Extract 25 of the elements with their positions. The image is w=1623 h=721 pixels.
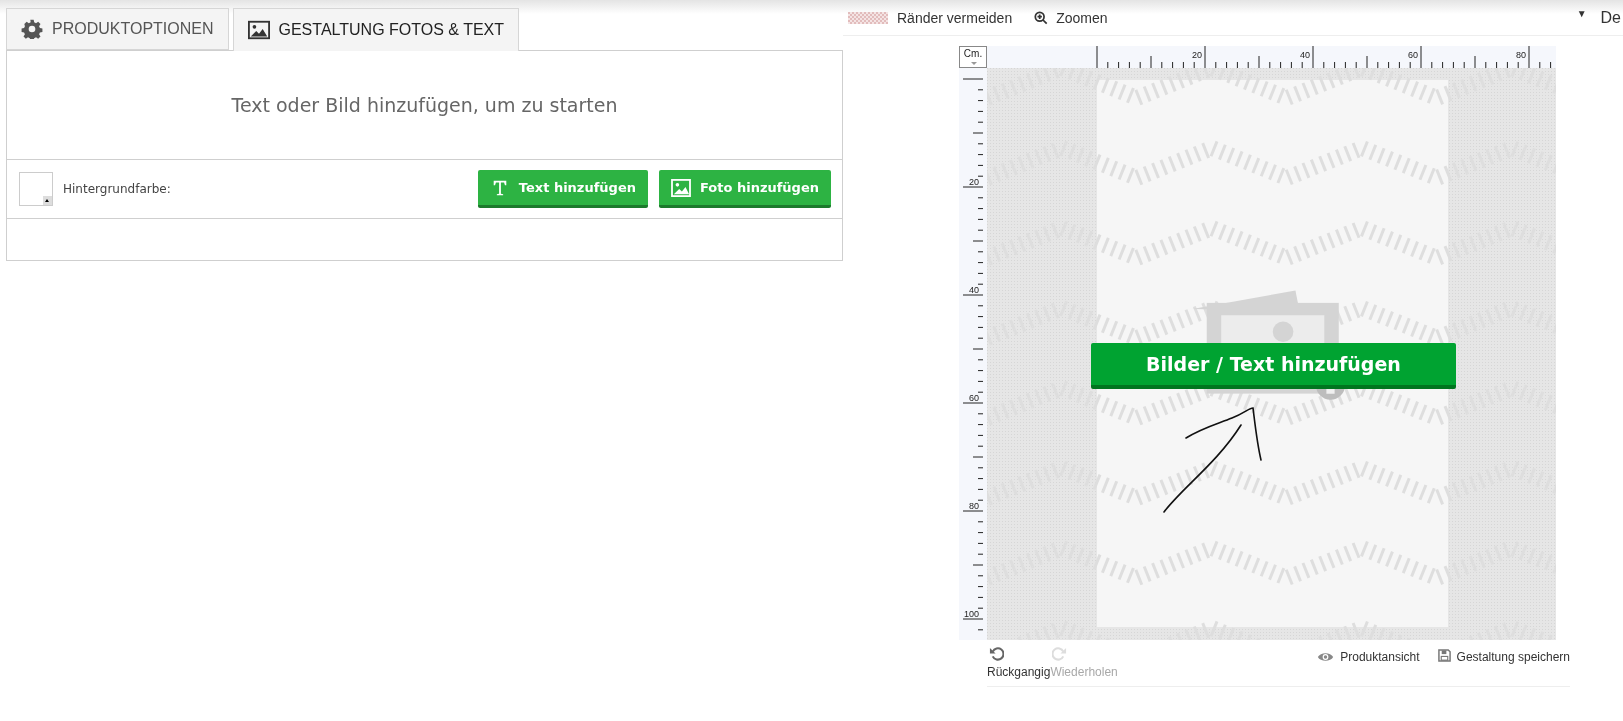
eye-icon [1317, 651, 1335, 663]
redo-icon [1052, 646, 1068, 661]
intro-text: Text oder Bild hinzufügen, um zu starten [7, 51, 842, 160]
image-icon [670, 178, 691, 197]
vertical-ruler: 20 40 60 80 100 [959, 68, 987, 640]
checkerboard-icon [847, 11, 889, 24]
color-picker[interactable] [19, 172, 53, 206]
caret-icon[interactable]: ▼ [1576, 8, 1587, 19]
toolbar-item[interactable]: Ränder vermeiden [847, 9, 1013, 26]
gear-icon [21, 19, 43, 39]
unit-selector[interactable]: Cm. [959, 46, 987, 68]
footer-action[interactable]: Gestaltung speichern [1437, 650, 1570, 664]
footer-action[interactable]: Produktansicht [1317, 650, 1420, 664]
undo-icon [989, 646, 1004, 661]
horizontal-ruler: 20 40 60 80 [987, 46, 1556, 68]
tab[interactable]: GESTALTUNG FOTOS & TEXT [232, 8, 519, 51]
toolbar-item[interactable]: Zoomen [1034, 9, 1108, 26]
dropdown-label[interactable]: De [1600, 8, 1621, 27]
zoom-in-icon [1034, 10, 1049, 25]
tab[interactable]: PRODUKTOPTIONEN [6, 8, 229, 50]
design-canvas[interactable] [987, 68, 1556, 640]
image-icon [247, 20, 270, 40]
save-icon [1437, 648, 1451, 662]
history-button[interactable]: Rückgangig [987, 646, 1051, 679]
background-color-label: Hintergrundfarbe: [63, 182, 171, 196]
